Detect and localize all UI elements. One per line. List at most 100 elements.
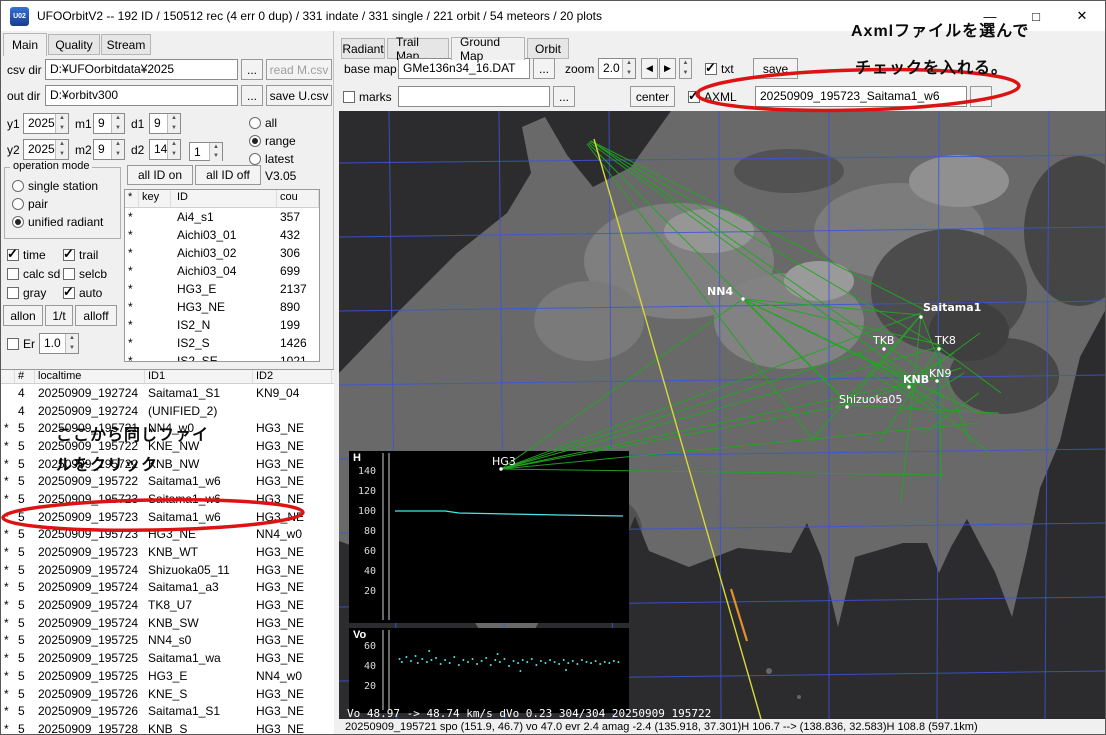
cell: 20250909_195724 (35, 598, 145, 612)
event-row[interactable]: *520250909_195723Saitama1_w6HG3_NE (1, 490, 334, 508)
id-table-row[interactable]: *IS2_N199 (125, 316, 319, 334)
radio-pair[interactable]: pair (12, 196, 48, 211)
selcb-checkbox[interactable]: selcb (63, 266, 107, 282)
y2-spinner[interactable]: 2025▲▼ (23, 139, 69, 160)
id-table-row[interactable]: *Aichi03_01432 (125, 226, 319, 244)
event-row[interactable]: *520250909_195722Saitama1_w6HG3_NE (1, 472, 334, 490)
event-row[interactable]: *520250909_195724TK8_U7HG3_NE (1, 596, 334, 614)
event-row[interactable]: *520250909_195723KNB_WTHG3_NE (1, 543, 334, 561)
tab-main[interactable]: Main (3, 33, 47, 56)
marks-input[interactable] (398, 86, 550, 107)
event-row[interactable]: *520250909_195726KNE_SHG3_NE (1, 685, 334, 703)
save-ucsv-button[interactable]: save U.csv (266, 85, 332, 106)
marks-browse-button[interactable]: ... (553, 86, 575, 107)
column-header[interactable]: ID (171, 190, 277, 207)
column-header[interactable]: key (139, 190, 171, 207)
svg-text:120: 120 (358, 486, 376, 497)
pan-left-button[interactable]: ◀ (641, 58, 658, 79)
cell: * (1, 616, 15, 630)
tab-orbit[interactable]: Orbit (527, 38, 569, 59)
marks-checkbox[interactable]: marks (343, 89, 392, 105)
gray-checkbox[interactable]: gray (7, 285, 46, 301)
txt-checkbox[interactable]: txt (705, 61, 734, 77)
cell: * (125, 318, 139, 332)
d2-spinner[interactable]: 14▲▼ (149, 139, 181, 160)
cell: Saitama1_w6 (145, 510, 253, 524)
alloff-button[interactable]: alloff (75, 305, 117, 326)
zoom-spinner[interactable]: 2.0▲▼ (598, 58, 636, 79)
event-row[interactable]: *520250909_195725HG3_ENN4_w0 (1, 667, 334, 685)
auto-checkbox[interactable]: auto (63, 285, 102, 301)
y1-spinner[interactable]: 2025▲▼ (23, 113, 69, 134)
read-mcsv-button[interactable]: read M.csv (266, 59, 332, 80)
allon-button[interactable]: allon (3, 305, 43, 326)
event-row[interactable]: 420250909_192724(UNIFIED_2) (1, 402, 334, 420)
base-map-browse-button[interactable]: ... (533, 58, 555, 79)
out-dir-input[interactable]: D:¥orbitv300 (45, 85, 238, 106)
radio-unified-radiant[interactable]: unified radiant (12, 214, 103, 229)
svg-text:140: 140 (358, 466, 376, 477)
column-header[interactable]: # (15, 370, 35, 383)
step-spinner[interactable]: 1▲▼ (189, 142, 223, 161)
pan-updown-control[interactable]: ▲▼ (679, 58, 692, 79)
one-t-button[interactable]: 1/t (45, 305, 73, 326)
event-row[interactable]: *520250909_195724KNB_SWHG3_NE (1, 614, 334, 632)
axml-checkbox[interactable]: AXML (688, 89, 737, 105)
id-table-row[interactable]: *Aichi03_04699 (125, 262, 319, 280)
event-row[interactable]: *520250909_195724Saitama1_a3HG3_NE (1, 579, 334, 597)
er-checkbox[interactable]: Er (7, 336, 35, 352)
time-checkbox[interactable]: time (7, 247, 46, 263)
close-button[interactable]: ✕ (1059, 1, 1105, 31)
event-row[interactable]: *520250909_195726Saitama1_S1HG3_NE (1, 702, 334, 720)
event-row[interactable]: *520250909_195725NN4_s0HG3_NE (1, 632, 334, 650)
m1-spinner[interactable]: 9▲▼ (93, 113, 125, 134)
out-dir-browse-button[interactable]: ... (241, 85, 263, 106)
radio-single-station[interactable]: single station (12, 178, 98, 193)
event-row[interactable]: *520250909_195728KNB_SHG3_NE (1, 720, 334, 735)
event-row[interactable]: 420250909_192724Saitama1_S1KN9_04 (1, 384, 334, 402)
tab-ground-map[interactable]: Ground Map (451, 37, 525, 60)
event-row[interactable]: *520250909_195723HG3_NENN4_w0 (1, 526, 334, 544)
radio-all[interactable]: all (249, 115, 277, 130)
id-table-row[interactable]: *IS2_S1426 (125, 334, 319, 352)
pan-right-button[interactable]: ▶ (659, 58, 676, 79)
event-row[interactable]: *520250909_195722KNB_NWHG3_NE (1, 455, 334, 473)
id-table-row[interactable]: *HG3_E2137 (125, 280, 319, 298)
event-row[interactable]: *520250909_195723Saitama1_w6HG3_NE (1, 508, 334, 526)
column-header[interactable] (1, 370, 15, 383)
column-header[interactable]: cou (277, 190, 319, 207)
radio-latest[interactable]: latest (249, 151, 294, 166)
d1-spinner[interactable]: 9▲▼ (149, 113, 181, 134)
er-spinner[interactable]: 1.0▲▼ (39, 333, 79, 354)
column-header[interactable]: localtime (35, 370, 145, 383)
all-id-on-button[interactable]: all ID on (127, 165, 193, 185)
id-table-row[interactable]: *HG3_NE890 (125, 298, 319, 316)
csv-dir-input[interactable]: D:¥UFOorbitdata¥2025 (45, 59, 238, 80)
id-table-row[interactable]: *IS2_SE1021 (125, 352, 319, 362)
csv-dir-browse-button[interactable]: ... (241, 59, 263, 80)
axml-browse-button[interactable]: ... (970, 86, 992, 107)
id-table-row[interactable]: *Ai4_s1357 (125, 208, 319, 226)
event-row[interactable]: *520250909_195725Saitama1_waHG3_NE (1, 649, 334, 667)
tab-stream[interactable]: Stream (101, 34, 151, 55)
tab-trail-map[interactable]: Trail Map (387, 38, 449, 59)
id-table-row[interactable]: *Aichi03_02306 (125, 244, 319, 262)
column-header[interactable]: ID1 (145, 370, 253, 383)
y1-label: y1 (7, 117, 20, 131)
trail-checkbox[interactable]: trail (63, 247, 98, 263)
tab-quality[interactable]: Quality (48, 34, 100, 55)
ground-map[interactable]: H 14012010080604020 Vo 604020 NN4Saitama… (339, 111, 1106, 719)
m2-spinner[interactable]: 9▲▼ (93, 139, 125, 160)
cell: 5 (15, 704, 35, 718)
tab-radiant[interactable]: Radiant (341, 38, 385, 59)
column-header[interactable]: * (125, 190, 139, 207)
axml-file-input[interactable]: 20250909_195723_Saitama1_w6 (755, 86, 967, 107)
column-header[interactable]: ID2 (253, 370, 332, 383)
event-row[interactable]: *520250909_195724Shizuoka05_11HG3_NE (1, 561, 334, 579)
all-id-off-button[interactable]: all ID off (195, 165, 261, 185)
center-button[interactable]: center (630, 86, 675, 107)
calc-sd-checkbox[interactable]: calc sd (7, 266, 60, 282)
cell: 699 (277, 264, 319, 278)
save-button[interactable]: save (753, 58, 798, 79)
radio-range[interactable]: range (249, 133, 296, 148)
